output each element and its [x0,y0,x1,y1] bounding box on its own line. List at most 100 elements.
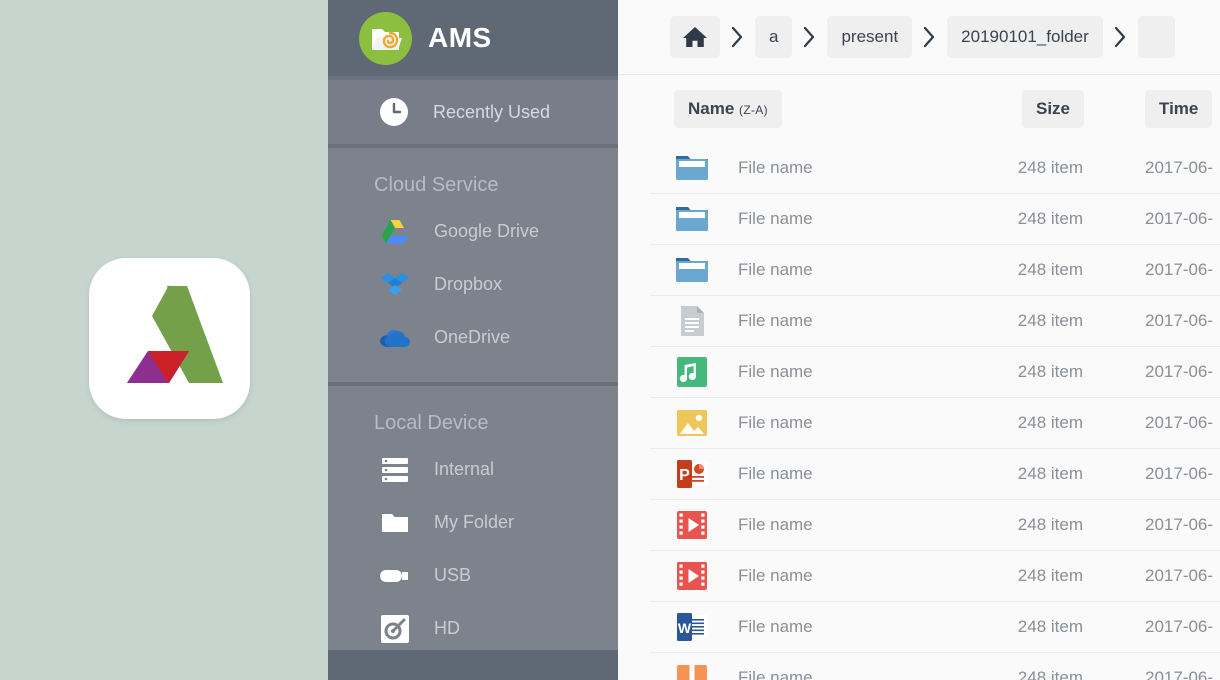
file-size: 248 item [1017,310,1083,330]
file-size: 248 item [1017,565,1083,585]
sidebar-footer [328,650,618,680]
clock-icon [379,97,409,127]
chevron-right-icon [923,26,936,48]
column-header-name[interactable]: Name (Z-A) [674,90,782,128]
image-icon [674,405,710,441]
dropbox-icon [380,270,410,300]
file-size: 248 item [1017,361,1083,381]
home-icon [682,25,708,49]
file-name: File name [738,463,813,483]
sidebar-item-onedrive[interactable]: OneDrive [328,311,618,364]
table-row[interactable]: P File name 248 item 2017-06- [618,448,1220,499]
folder-icon [674,201,710,237]
sidebar: AMS Recently Used Cloud Service Google D… [328,0,618,680]
internal-storage-icon [380,455,410,485]
breadcrumb-home-button[interactable] [670,16,720,58]
sidebar-item-google-drive[interactable]: Google Drive [328,205,618,258]
sidebar-item-label: USB [434,565,472,585]
file-time: 2017-06- [1145,361,1214,381]
sidebar-item-dropbox[interactable]: Dropbox [328,258,618,311]
file-name: File name [738,616,813,636]
video-icon [674,558,710,594]
breadcrumb-item-next[interactable] [1137,16,1176,58]
word-icon: W [674,609,710,645]
file-name: File name [738,157,813,177]
file-time: 2017-06- [1145,259,1214,279]
video-icon [674,507,710,543]
file-time: 2017-06- [1145,412,1214,432]
file-size: 248 item [1017,157,1083,177]
file-size: 248 item [1017,259,1083,279]
app-title: AMS [428,22,492,53]
table-row[interactable]: File name 248 item 2017-06- [618,295,1220,346]
sidebar-item-my-folder[interactable]: My Folder [328,496,618,549]
file-name: File name [738,514,813,534]
column-header-size[interactable]: Size [1022,90,1085,128]
harddisk-icon [380,614,410,644]
sort-direction: (Z-A) [739,103,768,117]
file-list: File name 248 item 2017-06- File name 248 it… [618,142,1220,680]
app-launcher-glyph [127,285,223,383]
file-name: File name [738,259,813,279]
google-drive-icon [380,217,410,247]
sidebar-item-label: Recently Used [433,101,551,122]
sidebar-item-internal[interactable]: Internal [328,443,618,496]
table-row[interactable]: File name 248 item 2017-06- [618,193,1220,244]
app-launcher-icon[interactable] [89,258,250,419]
file-list-header: Name (Z-A) Size Time [618,75,1220,142]
chevron-right-icon [1114,26,1127,48]
sidebar-item-label: OneDrive [434,327,511,347]
file-name: File name [738,565,813,585]
file-time: 2017-06- [1145,310,1214,330]
file-size: 248 item [1017,208,1083,228]
table-row[interactable]: File name 248 item 2017-06- [618,652,1220,680]
file-name: File name [738,208,813,228]
sidebar-item-usb[interactable]: USB [328,549,618,602]
sidebar-item-recently-used[interactable]: Recently Used [328,80,618,144]
table-row[interactable]: File name 248 item 2017-06- [618,244,1220,295]
breadcrumb: a present 20190101_folder [618,0,1220,75]
sidebar-item-label: Internal [434,459,495,479]
file-name: File name [738,310,813,330]
sidebar-item-label: HD [434,618,460,638]
table-row[interactable]: W File name 248 item 2017-06- [618,601,1220,652]
table-row[interactable]: File name 248 item 2017-06- [618,346,1220,397]
table-row[interactable]: File name 248 item 2017-06- [618,142,1220,193]
sidebar-header: AMS [328,0,618,76]
music-icon [674,354,710,390]
file-time: 2017-06- [1145,208,1214,228]
document-icon [674,303,710,339]
screen: AMS Recently Used Cloud Service Google D… [0,0,1220,680]
sidebar-section-cloud-service: Cloud Service [374,174,499,196]
folder-icon [674,150,710,186]
sidebar-section-local-device: Local Device [374,412,489,434]
file-time: 2017-06- [1145,157,1214,177]
breadcrumb-item-20190101-folder[interactable]: 20190101_folder [947,16,1103,58]
table-row[interactable]: File name 248 item 2017-06- [618,397,1220,448]
file-time: 2017-06- [1145,565,1214,585]
file-name: File name [738,667,813,680]
powerpoint-icon: P [674,456,710,492]
svg-text:W: W [678,620,692,636]
file-size: 248 item [1017,667,1083,680]
sidebar-item-label: My Folder [434,512,515,532]
file-time: 2017-06- [1145,667,1214,680]
file-time: 2017-06- [1145,616,1214,636]
sidebar-item-label: Dropbox [434,274,503,294]
file-size: 248 item [1017,412,1083,432]
usb-icon [380,561,410,591]
archive-icon [674,660,710,680]
breadcrumb-item-present[interactable]: present [827,16,913,58]
sidebar-item-hd[interactable]: HD [328,602,618,655]
breadcrumb-item-a[interactable]: a [755,16,793,58]
onedrive-icon [380,323,410,353]
file-time: 2017-06- [1145,514,1214,534]
chevron-right-icon [803,26,816,48]
table-row[interactable]: File name 248 item 2017-06- [618,499,1220,550]
folder-icon [674,252,710,288]
file-name: File name [738,412,813,432]
chevron-right-icon [731,26,744,48]
file-size: 248 item [1017,514,1083,534]
column-header-time[interactable]: Time [1145,90,1213,128]
table-row[interactable]: File name 248 item 2017-06- [618,550,1220,601]
